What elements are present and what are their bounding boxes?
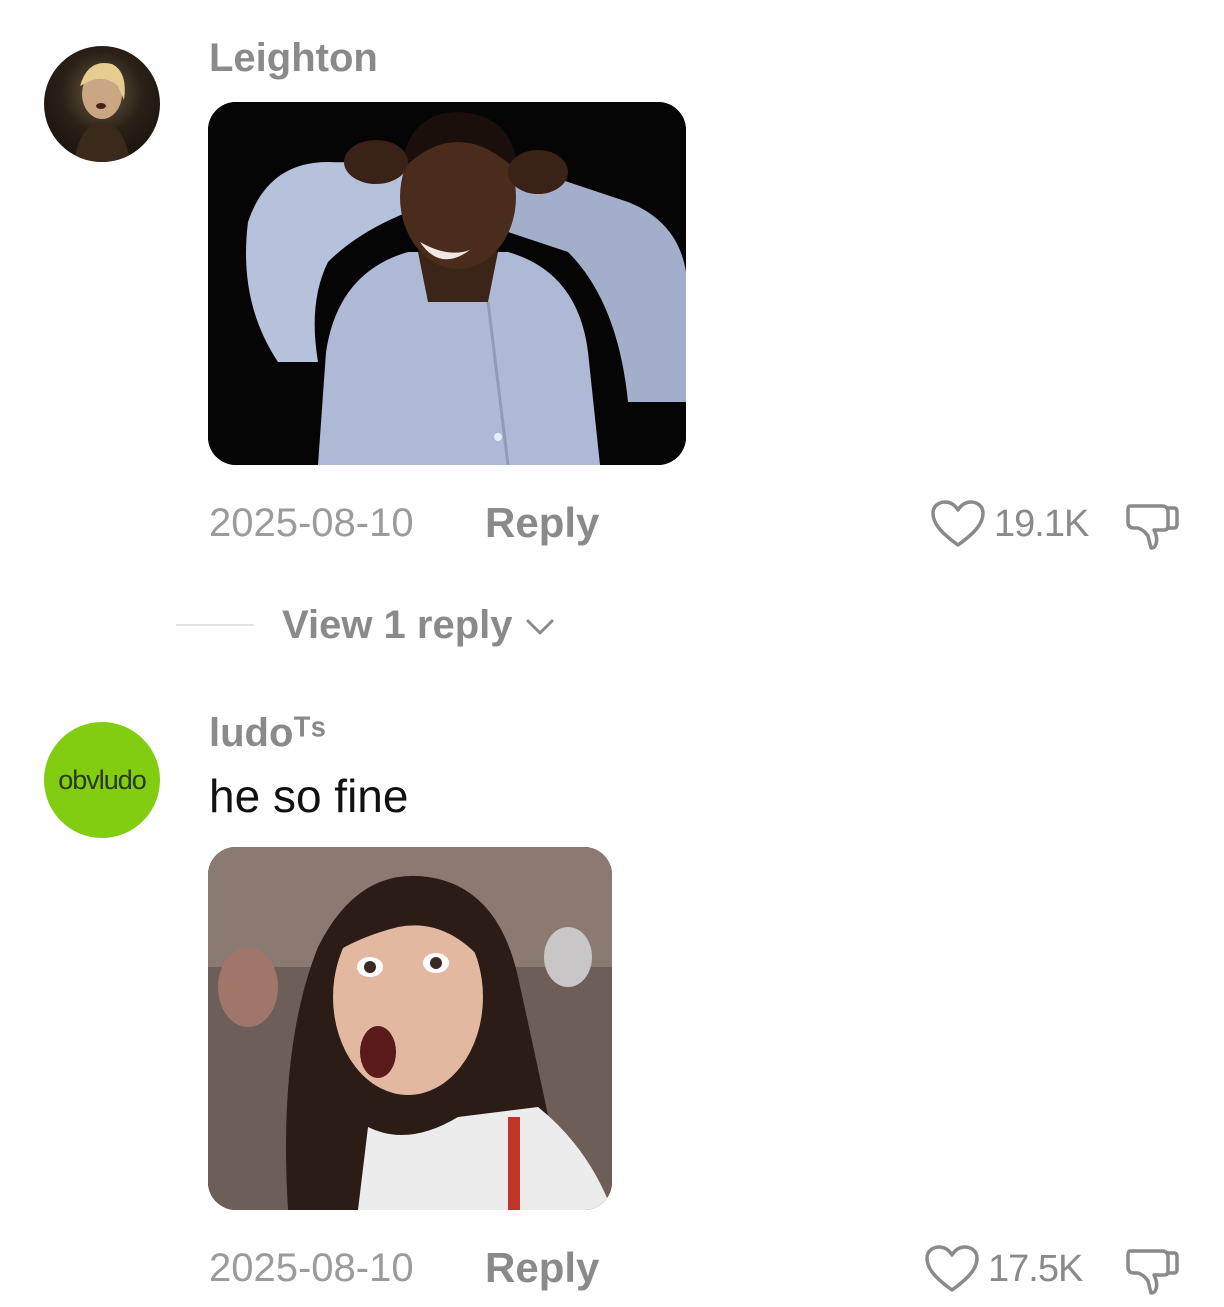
thumbs-down-icon — [1126, 1249, 1179, 1295]
like-count: 17.5K — [988, 1248, 1083, 1290]
dislike-button[interactable] — [1124, 500, 1180, 557]
avatar-label: obvludo — [58, 764, 147, 795]
comment-text: he so fine — [209, 770, 409, 822]
comment-gif[interactable] — [208, 847, 612, 1210]
chevron-down-icon — [526, 619, 554, 635]
like-button[interactable]: 19.1K — [930, 499, 1089, 549]
view-replies-label: View 1 reply — [282, 603, 513, 647]
gif-woman-shocked-icon — [208, 847, 612, 1210]
dislike-button[interactable] — [1124, 1245, 1180, 1302]
comment-username[interactable]: Leighton — [209, 38, 378, 78]
like-button[interactable]: 17.5K — [924, 1244, 1083, 1294]
comment-date: 2025-08-10 — [209, 501, 414, 545]
view-replies-button[interactable]: View 1 reply — [176, 605, 555, 645]
divider — [176, 624, 254, 626]
reply-button[interactable]: Reply — [485, 502, 599, 544]
profile-photo-icon — [74, 62, 130, 162]
reply-button[interactable]: Reply — [485, 1247, 599, 1289]
heart-icon — [931, 500, 985, 547]
comment-username[interactable]: ludoᵀˢ — [209, 713, 326, 753]
comment-gif[interactable] — [208, 102, 686, 465]
thumbs-down-icon — [1126, 504, 1179, 550]
avatar[interactable]: obvludo — [44, 722, 160, 838]
heart-icon — [925, 1245, 979, 1292]
comment-date: 2025-08-10 — [209, 1246, 414, 1290]
avatar[interactable] — [44, 46, 160, 162]
gif-man-dancing-icon — [208, 102, 686, 465]
like-count: 19.1K — [994, 503, 1089, 545]
